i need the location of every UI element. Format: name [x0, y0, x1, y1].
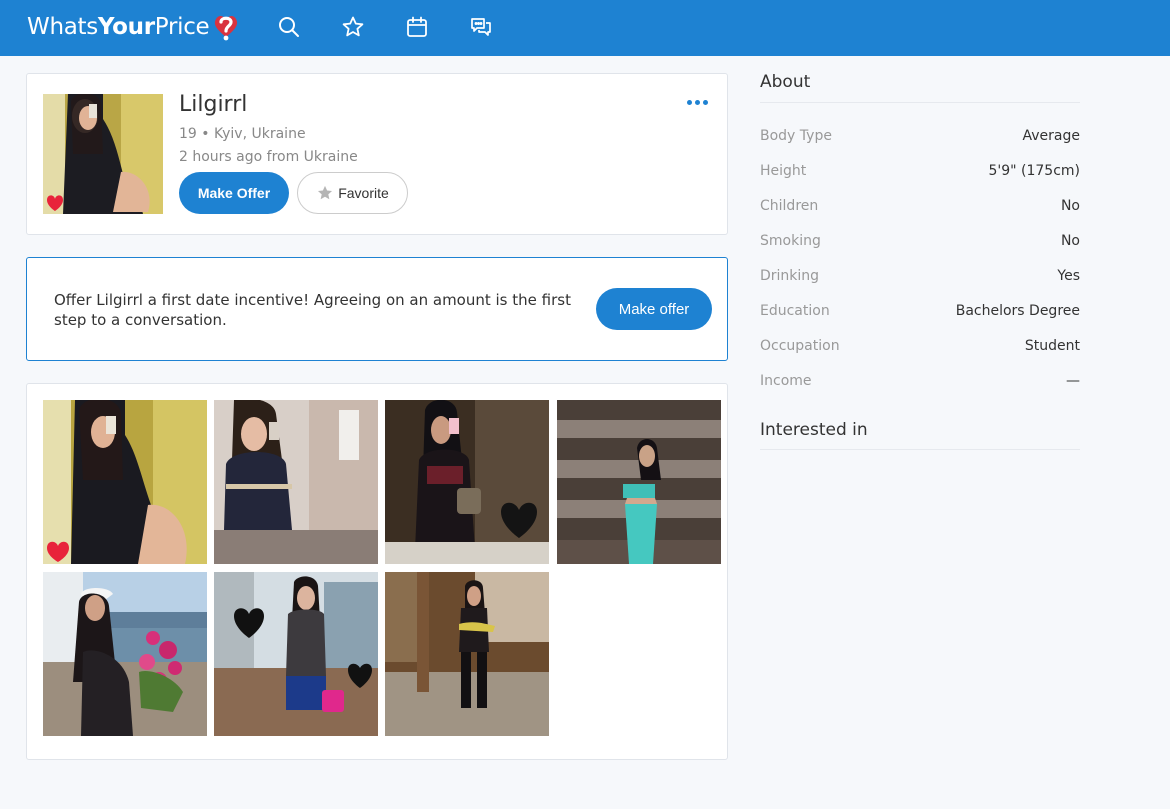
about-label: Education [760, 303, 830, 319]
incentive-text: Offer Lilgirrl a first date incentive! A… [54, 291, 571, 329]
about-value: Yes [1057, 268, 1080, 284]
about-value: Student [1024, 338, 1080, 354]
about-label: Drinking [760, 268, 820, 284]
about-row-drinking: Drinking Yes [760, 268, 1080, 288]
more-options-icon[interactable] [687, 96, 711, 108]
about-row-income: Income — [760, 373, 1080, 393]
about-row-children: Children No [760, 198, 1080, 218]
about-value: Bachelors Degree [955, 303, 1080, 319]
about-label: Smoking [760, 233, 821, 249]
about-value: 5'9" (175cm) [988, 163, 1080, 179]
interested-in-title: Interested in [760, 420, 1080, 450]
incentive-make-offer-button[interactable]: Make offer [596, 288, 712, 330]
chat-icon[interactable] [468, 14, 494, 40]
star-icon[interactable] [340, 14, 366, 40]
about-value: Average [1022, 128, 1081, 144]
logo-whats: Whats [27, 14, 98, 40]
profile-card: Lilgirrl 19 • Kyiv, Ukraine 2 hours ago … [26, 73, 728, 235]
star-icon [318, 185, 333, 200]
about-value: No [1060, 233, 1080, 249]
search-icon[interactable] [276, 14, 302, 40]
profile-age-location: 19 • Kyiv, Ukraine [179, 126, 306, 142]
about-label: Income [760, 373, 812, 389]
about-row-smoking: Smoking No [760, 233, 1080, 253]
about-label: Children [760, 198, 819, 214]
make-offer-button[interactable]: Make Offer [179, 172, 289, 214]
about-row-body-type: Body Type Average [760, 128, 1080, 148]
about-label: Height [760, 163, 807, 179]
gallery-photo[interactable] [43, 400, 207, 564]
about-value: No [1060, 198, 1080, 214]
logo-heart-question-icon [215, 16, 238, 41]
photo-gallery [26, 383, 728, 760]
gallery-photo[interactable] [43, 572, 207, 736]
gallery-photo[interactable] [385, 572, 549, 736]
gallery-photo[interactable] [557, 400, 721, 564]
about-title: About [760, 72, 1080, 103]
calendar-icon[interactable] [404, 14, 430, 40]
about-row-height: Height 5'9" (175cm) [760, 163, 1080, 183]
avatar[interactable] [43, 94, 163, 214]
about-value: — [1066, 373, 1080, 389]
favorite-button[interactable]: Favorite [297, 172, 408, 214]
incentive-card: Offer Lilgirrl a first date incentive! A… [26, 257, 728, 361]
gallery-photo[interactable] [385, 400, 549, 564]
about-row-education: Education Bachelors Degree [760, 303, 1080, 323]
logo-your: Your [97, 14, 155, 40]
top-bar: Whats Your Price [0, 0, 1170, 56]
profile-last-seen: 2 hours ago from Ukraine [179, 149, 358, 165]
logo[interactable]: Whats Your Price [27, 10, 241, 44]
about-label: Occupation [760, 338, 840, 354]
gallery-photo[interactable] [214, 400, 378, 564]
gallery-photo[interactable] [214, 572, 378, 736]
favorite-label: Favorite [338, 185, 389, 201]
profile-name: Lilgirrl [179, 92, 248, 117]
logo-price: Price [154, 14, 210, 40]
about-panel: About Body Type Average Height 5'9" (175cm… [760, 72, 1080, 389]
about-label: Body Type [760, 128, 832, 144]
about-row-occupation: Occupation Student [760, 338, 1080, 358]
